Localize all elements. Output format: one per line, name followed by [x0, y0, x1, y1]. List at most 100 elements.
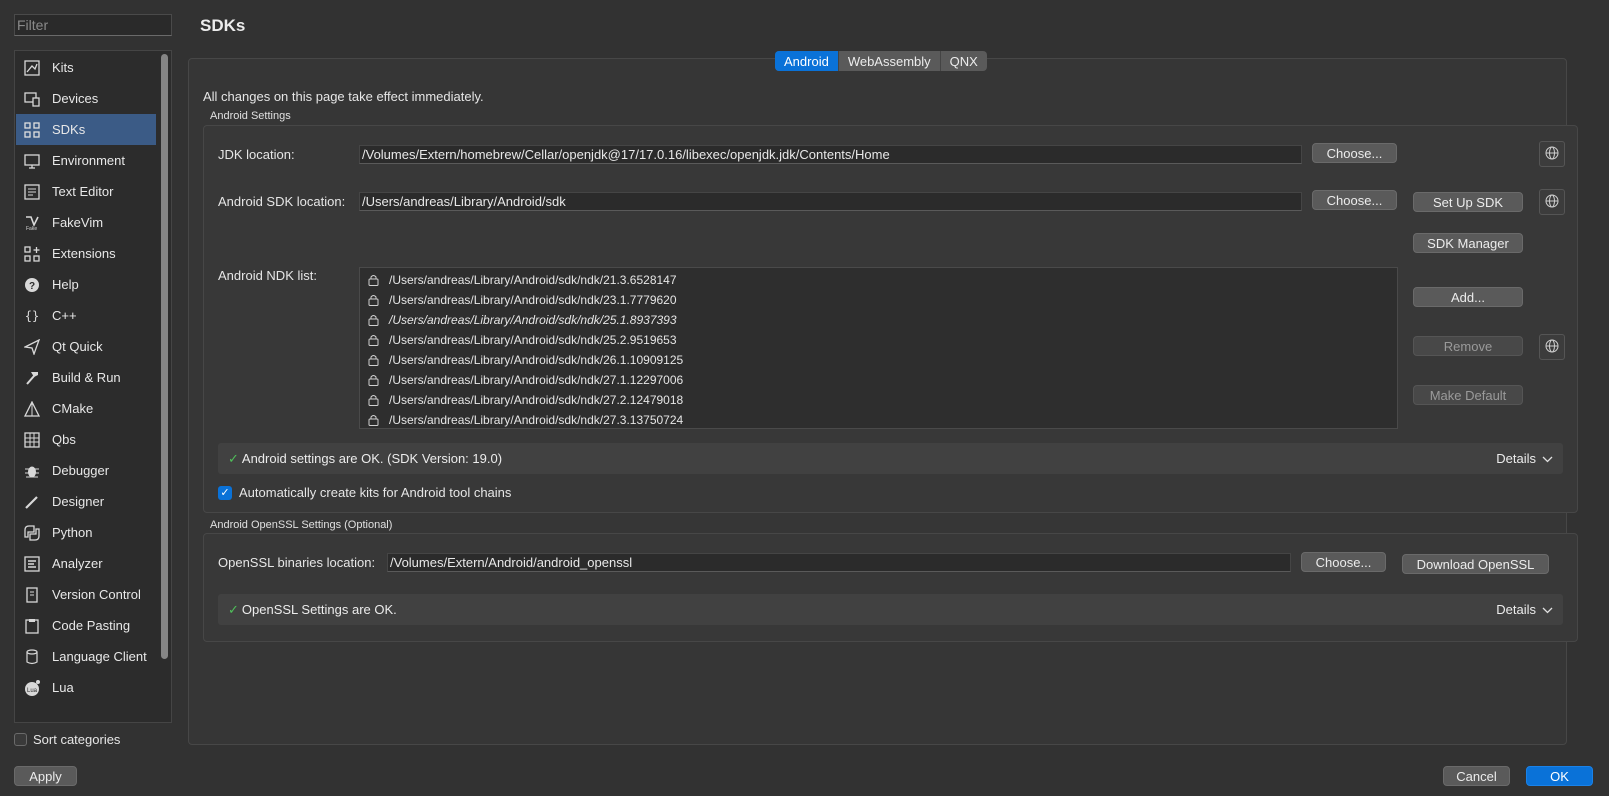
sidebar-item-build-run[interactable]: Build & Run	[16, 362, 156, 393]
sidebar-item-extensions[interactable]: Extensions	[16, 238, 156, 269]
add-ndk-button[interactable]: Add...	[1413, 287, 1523, 307]
sidebar-scrollbar[interactable]	[161, 54, 168, 659]
qbs-icon	[23, 431, 41, 449]
globe-icon	[1545, 146, 1559, 163]
lock-icon	[368, 274, 380, 286]
list-item[interactable]: /Users/andreas/Library/Android/sdk/ndk/2…	[368, 410, 683, 430]
sidebar-item-analyzer[interactable]: Analyzer	[16, 548, 156, 579]
extensions-icon	[23, 245, 41, 263]
sidebar-item-fakevim[interactable]: Fake FakeVim	[16, 207, 156, 238]
lock-icon	[368, 374, 380, 386]
filter-field[interactable]	[14, 14, 172, 36]
list-item[interactable]: /Users/andreas/Library/Android/sdk/ndk/2…	[368, 330, 677, 350]
sidebar-item-lua[interactable]: Lua Lua	[16, 672, 156, 703]
sidebar-item-cpp[interactable]: {} C++	[16, 300, 156, 331]
svg-text:Lua: Lua	[27, 688, 38, 694]
tab-webassembly[interactable]: WebAssembly	[839, 51, 941, 71]
lock-icon	[368, 294, 380, 306]
android-sdk-location-label: Android SDK location:	[218, 194, 346, 209]
sidebar-item-environment[interactable]: Environment	[16, 145, 156, 176]
sidebar-item-label: Debugger	[52, 463, 110, 478]
android-details-toggle[interactable]: Details	[1496, 451, 1553, 466]
lock-icon	[368, 314, 380, 326]
devices-icon	[23, 90, 41, 108]
details-label: Details	[1496, 602, 1536, 617]
details-label: Details	[1496, 451, 1536, 466]
lock-icon	[368, 414, 380, 426]
sidebar-item-label: Text Editor	[52, 184, 114, 199]
make-default-button[interactable]: Make Default	[1413, 385, 1523, 405]
set-up-sdk-button[interactable]: Set Up SDK	[1413, 192, 1523, 212]
jdk-choose-button[interactable]: Choose...	[1312, 143, 1397, 163]
android-status-bar: ✓ Android settings are OK. (SDK Version:…	[218, 443, 1563, 474]
tab-qnx[interactable]: QNX	[941, 51, 987, 71]
jdk-location-field[interactable]: /Volumes/Extern/homebrew/Cellar/openjdk@…	[359, 145, 1302, 164]
sidebar-item-help[interactable]: ? Help	[16, 269, 156, 300]
openssl-location-field[interactable]: /Volumes/Extern/Android/android_openssl	[387, 553, 1291, 572]
check-icon: ✓	[228, 450, 239, 466]
environment-icon	[23, 152, 41, 170]
sidebar-item-text-editor[interactable]: Text Editor	[16, 176, 156, 207]
sidebar-item-kits[interactable]: Kits	[16, 52, 156, 83]
svg-text:Fake: Fake	[26, 226, 37, 231]
android-sdk-location-field[interactable]: /Users/andreas/Library/Android/sdk	[359, 192, 1302, 211]
build-run-icon	[23, 369, 41, 387]
openssl-choose-button[interactable]: Choose...	[1301, 552, 1386, 572]
chevron-down-icon	[1542, 451, 1553, 466]
jdk-download-button[interactable]	[1539, 141, 1565, 167]
sidebar-item-designer[interactable]: Designer	[16, 486, 156, 517]
sidebar-item-label: Build & Run	[52, 370, 121, 385]
sdk-manager-button[interactable]: SDK Manager	[1413, 233, 1523, 253]
sdk-download-button[interactable]	[1539, 189, 1565, 215]
android-status-text: Android settings are OK. (SDK Version: 1…	[241, 451, 503, 466]
ok-button[interactable]: OK	[1526, 766, 1593, 786]
remove-ndk-button[interactable]: Remove	[1413, 336, 1523, 356]
sidebar-item-label: Python	[52, 525, 93, 540]
ndk-download-button[interactable]	[1539, 334, 1565, 360]
download-openssl-button[interactable]: Download OpenSSL	[1402, 554, 1549, 574]
filter-input[interactable]	[17, 16, 169, 34]
sidebar-item-cmake[interactable]: CMake	[16, 393, 156, 424]
sidebar-item-qbs[interactable]: Qbs	[16, 424, 156, 455]
list-item[interactable]: /Users/andreas/Library/Android/sdk/ndk/2…	[368, 390, 683, 410]
sidebar-item-language-client[interactable]: Language Client	[16, 641, 156, 672]
openssl-details-toggle[interactable]: Details	[1496, 602, 1553, 617]
auto-create-kits-checkbox[interactable]: ✓ Automatically create kits for Android …	[218, 485, 511, 500]
chevron-down-icon	[1542, 602, 1553, 617]
list-item-default[interactable]: /Users/andreas/Library/Android/sdk/ndk/2…	[368, 310, 677, 330]
sidebar-item-python[interactable]: Python	[16, 517, 156, 548]
info-text: All changes on this page take effect imm…	[203, 89, 484, 104]
checkmark-icon[interactable]: ✓	[218, 485, 232, 500]
sidebar-item-debugger[interactable]: Debugger	[16, 455, 156, 486]
sidebar-item-label: Code Pasting	[52, 618, 131, 633]
sidebar-item-devices[interactable]: Devices	[16, 83, 156, 114]
checkbox-box[interactable]	[14, 733, 27, 746]
list-item[interactable]: /Users/andreas/Library/Android/sdk/ndk/2…	[368, 350, 683, 370]
list-item[interactable]: /Users/andreas/Library/Android/sdk/ndk/2…	[368, 270, 677, 290]
sidebar-item-label: Analyzer	[52, 556, 103, 571]
sidebar-item-code-pasting[interactable]: Code Pasting	[16, 610, 156, 641]
settings-category-list[interactable]: Kits Devices SDKs Environment Text Edito…	[14, 50, 172, 723]
lock-icon	[368, 334, 380, 346]
openssl-status-bar: ✓ OpenSSL Settings are OK. Details	[218, 594, 1563, 625]
text-editor-icon	[23, 183, 41, 201]
ndk-list[interactable]: /Users/andreas/Library/Android/sdk/ndk/2…	[359, 267, 1398, 429]
openssl-settings-title: Android OpenSSL Settings (Optional)	[210, 519, 393, 531]
cmake-icon	[23, 400, 41, 418]
sidebar-item-sdks[interactable]: SDKs	[16, 114, 156, 145]
sidebar-item-version-control[interactable]: Version Control	[16, 579, 156, 610]
sdks-icon	[23, 121, 41, 139]
sdk-choose-button[interactable]: Choose...	[1312, 190, 1397, 210]
apply-button[interactable]: Apply	[14, 766, 77, 786]
android-settings-title: Android Settings	[210, 110, 291, 122]
kits-icon	[23, 59, 41, 77]
cancel-button[interactable]: Cancel	[1443, 766, 1510, 786]
list-item[interactable]: /Users/andreas/Library/Android/sdk/ndk/2…	[368, 290, 677, 310]
sort-categories-checkbox[interactable]: Sort categories	[14, 732, 120, 747]
tab-android[interactable]: Android	[775, 51, 839, 71]
list-item[interactable]: /Users/andreas/Library/Android/sdk/ndk/2…	[368, 370, 683, 390]
sidebar-item-label: C++	[52, 308, 77, 323]
jdk-location-label: JDK location:	[218, 147, 295, 162]
sidebar-item-label: Qbs	[52, 432, 76, 447]
sidebar-item-qt-quick[interactable]: Qt Quick	[16, 331, 156, 362]
